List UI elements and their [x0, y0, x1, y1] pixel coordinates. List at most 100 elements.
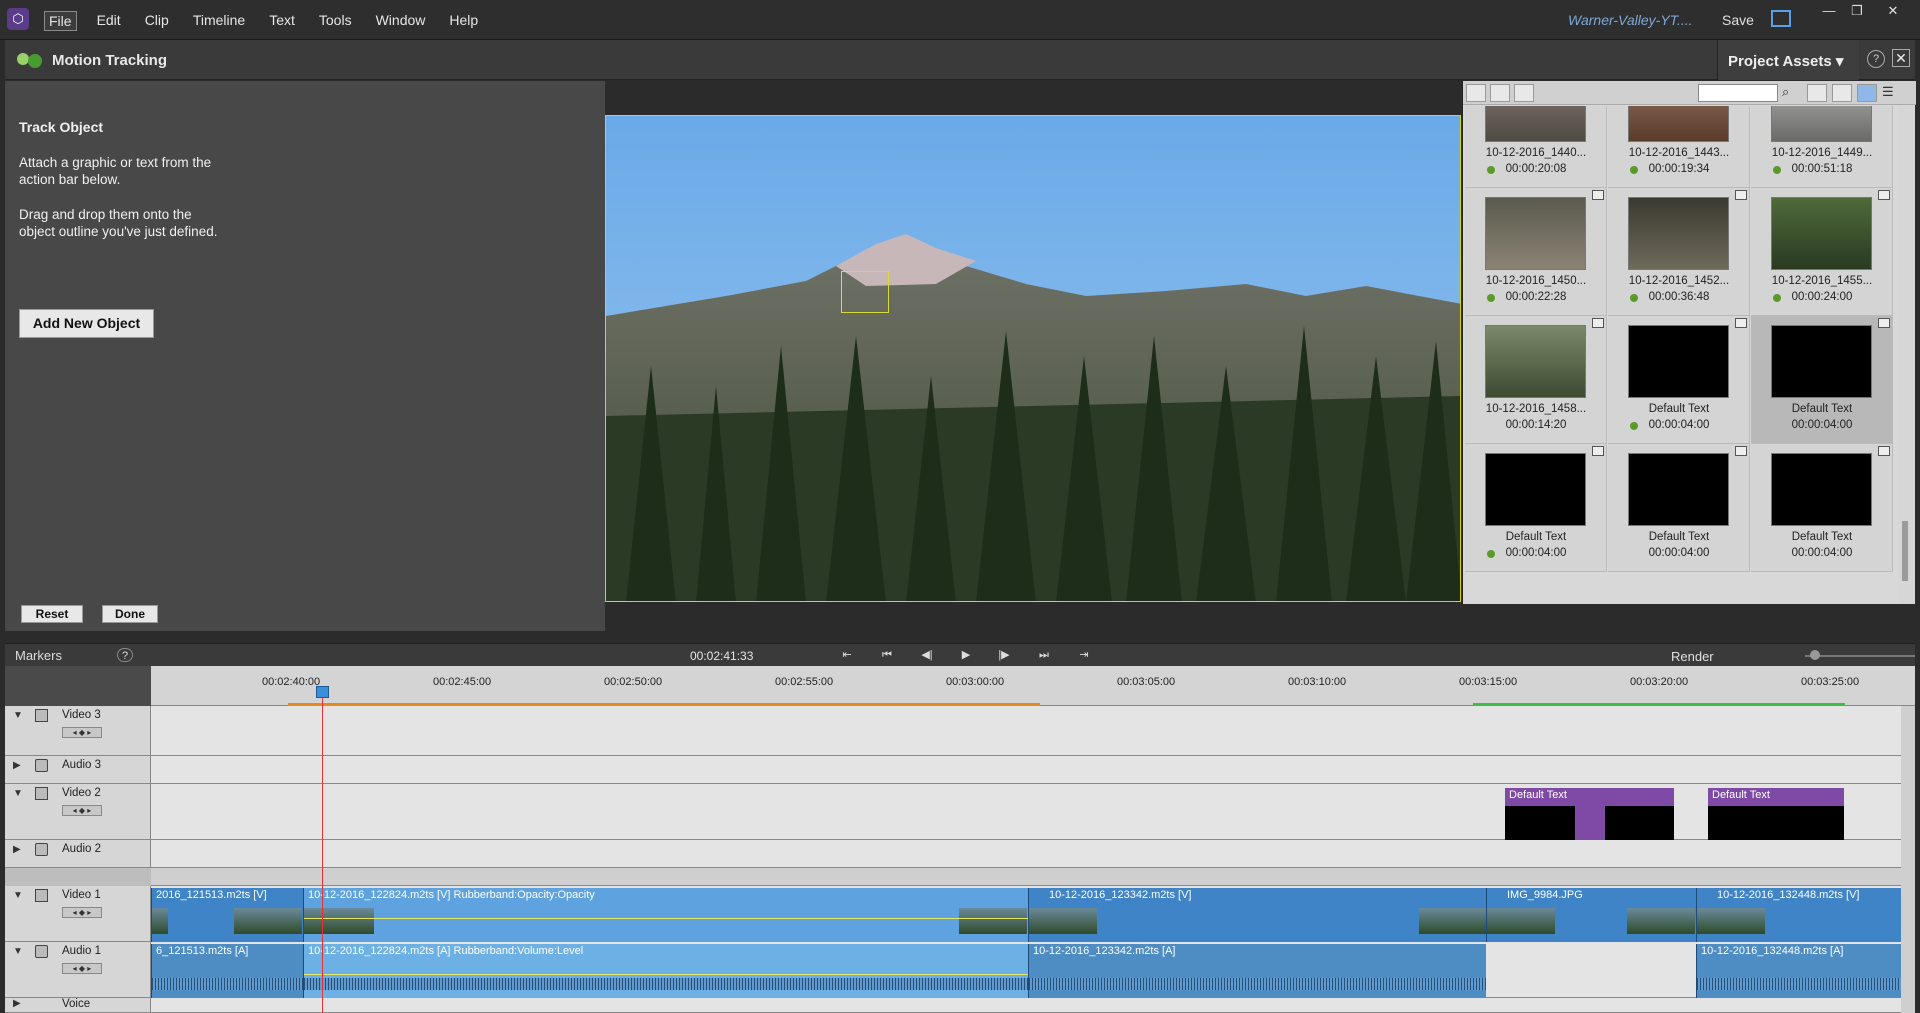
menu-help[interactable]: Help — [445, 11, 482, 31]
menu-file[interactable]: File — [44, 11, 77, 31]
video-clip-icon — [1592, 318, 1604, 328]
track-header-voice[interactable]: ▶ Voice — [5, 998, 151, 1013]
video-clip[interactable]: 2016_121513.m2ts [V] — [151, 888, 303, 942]
next-edit-icon[interactable]: ⏭ — [1036, 648, 1052, 662]
fullscreen-icon[interactable] — [1771, 10, 1791, 27]
zoom-slider-knob[interactable] — [1810, 650, 1820, 660]
asset-name: Default Text — [1505, 531, 1567, 543]
keyframe-nav[interactable]: ◂ ◆ ▸ — [62, 907, 102, 918]
filter-audio-icon[interactable] — [1514, 84, 1534, 102]
asset-item[interactable]: Default Text 00:00:04:00 — [1608, 444, 1750, 572]
previous-edit-icon[interactable]: ⏮ — [879, 648, 895, 662]
track-video-1[interactable]: 2016_121513.m2ts [V] 10-12-2016_122824.m… — [151, 886, 1915, 942]
track-audio-1[interactable]: 6_121513.m2ts [A] 10-12-2016_122824.m2ts… — [151, 942, 1915, 998]
asset-item-selected[interactable]: Default Text 00:00:04:00 — [1751, 316, 1893, 444]
track-header-video-3[interactable]: ▼ Video 3 ◂ ◆ ▸ — [5, 706, 151, 756]
assets-scrollbar[interactable] — [1899, 106, 1913, 604]
track-video-2[interactable]: Default Text Default Text — [151, 784, 1915, 840]
filter-video-icon[interactable] — [1466, 84, 1486, 102]
video-clip[interactable]: 10-12-2016_122824.m2ts [V] Rubberband:Op… — [303, 888, 1028, 942]
go-to-start-icon[interactable]: ⇤ — [839, 648, 855, 662]
asset-item[interactable]: Default Text 00:00:04:00 — [1465, 444, 1607, 572]
audio-clip[interactable]: 10-12-2016_132448.m2ts [A] — [1696, 944, 1901, 998]
audio-clip[interactable]: 6_121513.m2ts [A] — [151, 944, 303, 998]
asset-name: Default Text — [1648, 531, 1710, 543]
tracking-outline[interactable] — [841, 271, 889, 313]
time-ruler[interactable]: 00:02:40:00 00:02:45:00 00:02:50:00 00:0… — [151, 666, 1915, 706]
video-clip[interactable]: 10-12-2016_123342.m2ts [V] — [1028, 888, 1486, 942]
title-clip-icon — [1878, 318, 1890, 328]
delete-icon[interactable] — [1832, 84, 1852, 102]
track-name: Audio 3 — [62, 759, 102, 771]
menu-window[interactable]: Window — [372, 11, 430, 31]
menu-text[interactable]: Text — [265, 11, 299, 31]
ruler-label: 00:03:05:00 — [1117, 676, 1176, 688]
audio-clip[interactable]: 10-12-2016_122824.m2ts [A] Rubberband:Vo… — [303, 944, 1028, 998]
panel-menu-icon[interactable]: ☰ — [1882, 84, 1902, 102]
asset-item[interactable]: 10-12-2016_1450... 00:00:22:28 — [1465, 188, 1607, 316]
asset-item[interactable]: 10-12-2016_1449... 00:00:51:18 — [1751, 106, 1893, 188]
render-button[interactable]: Render — [1671, 649, 1714, 664]
project-assets-tab[interactable]: Project Assets ▾ — [1717, 40, 1859, 80]
track-audio-3[interactable] — [151, 756, 1915, 784]
pin-icon[interactable] — [1857, 84, 1877, 102]
restore-icon[interactable]: ❐ — [1846, 3, 1868, 19]
asset-item[interactable]: 10-12-2016_1452... 00:00:36:48 — [1608, 188, 1750, 316]
track-header-video-1[interactable]: ▼ Video 1 ◂ ◆ ▸ — [5, 886, 151, 942]
title-clip[interactable]: Default Text — [1505, 788, 1674, 840]
keyframe-nav[interactable]: ◂ ◆ ▸ — [62, 963, 102, 974]
asset-item[interactable]: 10-12-2016_1440... 00:00:20:08 — [1465, 106, 1607, 188]
video-clip[interactable]: IMG_9984.JPG — [1486, 888, 1696, 942]
video-clip[interactable]: 10-12-2016_132448.m2ts [V] — [1696, 888, 1901, 942]
track-header-audio-2[interactable]: ▶ Audio 2 — [5, 840, 151, 868]
asset-item[interactable]: 10-12-2016_1458... 00:00:14:20 — [1465, 316, 1607, 444]
asset-item[interactable]: 10-12-2016_1443... 00:00:19:34 — [1608, 106, 1750, 188]
video-preview[interactable] — [605, 115, 1461, 602]
assets-search-input[interactable] — [1698, 84, 1778, 102]
close-panel-icon[interactable]: ✕ — [1892, 49, 1910, 67]
track-object-panel: Track Object Attach a graphic or text fr… — [5, 81, 605, 631]
asset-item[interactable]: Default Text 00:00:04:00 — [1608, 316, 1750, 444]
zoom-slider[interactable] — [1805, 655, 1915, 657]
asset-duration: 00:00:36:48 — [1648, 291, 1710, 303]
step-forward-icon[interactable]: |▶ — [996, 648, 1012, 662]
step-back-icon[interactable]: ◀| — [919, 648, 935, 662]
keyframe-nav[interactable]: ◂ ◆ ▸ — [62, 727, 102, 738]
assets-scroll-thumb[interactable] — [1902, 521, 1908, 581]
asset-duration: 00:00:04:00 — [1505, 547, 1567, 559]
markers-menu[interactable]: Markers — [15, 648, 62, 663]
help-icon[interactable]: ? — [1867, 50, 1885, 68]
done-button[interactable]: Done — [102, 605, 158, 623]
reset-button[interactable]: Reset — [21, 605, 83, 623]
keyframe-nav[interactable]: ◂ ◆ ▸ — [62, 805, 102, 816]
title-clip[interactable]: Default Text — [1708, 788, 1844, 840]
add-new-object-button[interactable]: Add New Object — [19, 309, 154, 338]
search-icon[interactable]: ⌕ — [1782, 84, 1802, 102]
timeline-scrollbar[interactable] — [1901, 706, 1915, 1013]
asset-item[interactable]: 10-12-2016_1455... 00:00:24:00 — [1751, 188, 1893, 316]
menu-clip[interactable]: Clip — [141, 11, 173, 31]
import-icon[interactable] — [1807, 84, 1827, 102]
help-icon[interactable]: ? — [117, 648, 133, 662]
title-clip-icon — [1735, 446, 1747, 456]
track-video-3[interactable] — [151, 706, 1915, 756]
menu-tools[interactable]: Tools — [315, 11, 356, 31]
asset-item[interactable]: Default Text 00:00:04:00 — [1751, 444, 1893, 572]
track-audio-2[interactable] — [151, 840, 1915, 868]
audio-clip[interactable]: 10-12-2016_123342.m2ts [A] — [1028, 944, 1486, 998]
filter-image-icon[interactable] — [1490, 84, 1510, 102]
track-voice[interactable] — [151, 998, 1915, 1013]
go-to-end-icon[interactable]: ⇥ — [1076, 648, 1092, 662]
track-header-audio-3[interactable]: ▶ Audio 3 — [5, 756, 151, 784]
playhead[interactable] — [322, 686, 323, 1013]
minimize-icon[interactable]: — — [1818, 3, 1840, 19]
play-icon[interactable]: ▶ — [958, 648, 974, 662]
project-assets-title[interactable]: Project Assets ▾ — [1728, 52, 1843, 70]
menu-edit[interactable]: Edit — [93, 11, 125, 31]
track-header-audio-1[interactable]: ▼ Audio 1 ◂ ◆ ▸ — [5, 942, 151, 998]
menu-timeline[interactable]: Timeline — [189, 11, 249, 31]
close-window-icon[interactable]: ✕ — [1882, 3, 1904, 19]
track-header-video-2[interactable]: ▼ Video 2 ◂ ◆ ▸ — [5, 784, 151, 840]
save-button[interactable]: Save — [1722, 12, 1754, 28]
playhead-handle[interactable] — [316, 686, 329, 698]
